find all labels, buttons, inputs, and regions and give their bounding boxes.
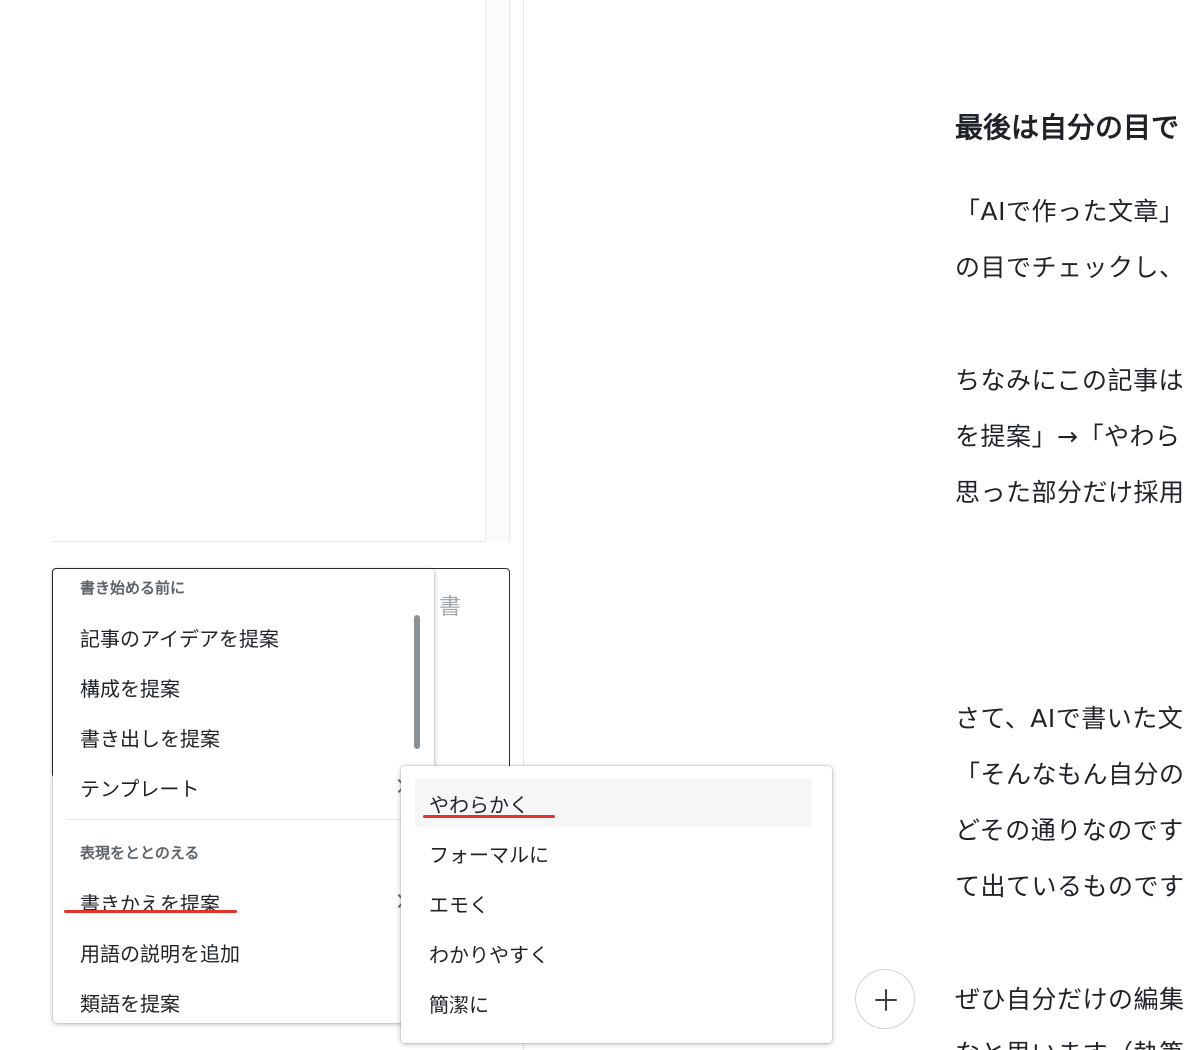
menu-scrollbar[interactable] <box>414 615 420 749</box>
article-line: 思った部分だけ採用 <box>955 478 1185 507</box>
menu-item-article-ideas[interactable]: 記事のアイデアを提案 <box>53 613 408 661</box>
annotation-underline-rewrite <box>64 910 237 913</box>
submenu-item-emotional[interactable]: エモく <box>415 879 812 927</box>
menu-item-template[interactable]: テンプレート <box>53 763 408 811</box>
submenu-item-easier[interactable]: わかりやすく <box>415 929 812 977</box>
ai-assist-menu: 書き始める前に 記事のアイデアを提案 構成を提案 書き出しを提案 テンプレート … <box>53 569 434 1023</box>
article-line: なと思います（執筆 <box>955 1034 1185 1050</box>
article-line: の目でチェックし、 <box>955 253 1185 282</box>
annotation-underline-softer <box>423 815 555 818</box>
article-body: 最後は自分の目で 「AIで作った文章」 の目でチェックし、 ちなみにこの記事は … <box>955 0 1200 1050</box>
menu-item-label: 類語を提案 <box>80 991 180 1016</box>
menu-item-add-term-explanation[interactable]: 用語の説明を追加 <box>53 928 408 976</box>
textarea-placeholder: 書 <box>439 595 462 620</box>
menu-item-label: 記事のアイデアを提案 <box>80 626 279 651</box>
article-line: て出ているものです <box>955 872 1185 901</box>
submenu-item-label: わかりやすく <box>429 942 549 967</box>
article-line: どその通りなのです <box>955 816 1184 845</box>
menu-item-label: 書き出しを提案 <box>80 726 220 751</box>
submenu-item-label: やわらかく <box>429 792 529 817</box>
menu-item-label: 構成を提案 <box>80 676 180 701</box>
article-line: 「AIで作った文章」 <box>955 197 1185 226</box>
menu-divider <box>67 819 407 820</box>
menu-item-label: 用語の説明を追加 <box>80 941 240 966</box>
article-line: ぜひ自分だけの編集 <box>955 985 1185 1014</box>
preview-scroll-track[interactable] <box>485 0 509 542</box>
app-stage: 書 書き始める前に 記事のアイデアを提案 構成を提案 書き出しを提案 テンプレー… <box>0 0 1200 1050</box>
menu-item-structure[interactable]: 構成を提案 <box>53 663 408 711</box>
plus-icon-vertical <box>885 989 887 1011</box>
article-line: を提案」→「やわら <box>955 422 1181 451</box>
menu-item-opening[interactable]: 書き出しを提案 <box>53 713 408 761</box>
content-preview-area <box>52 0 510 542</box>
menu-item-suggest-rewrite[interactable]: 書きかえを提案 <box>53 878 408 926</box>
rewrite-submenu: やわらかく フォーマルに エモく わかりやすく 簡潔に <box>401 766 832 1043</box>
submenu-item-concise[interactable]: 簡潔に <box>415 979 812 1027</box>
menu-item-suggest-synonyms[interactable]: 類語を提案 <box>53 978 408 1023</box>
article-line: ちなみにこの記事は <box>955 366 1185 395</box>
add-block-button[interactable] <box>855 969 915 1029</box>
submenu-item-softer[interactable]: やわらかく <box>415 779 812 827</box>
menu-item-label: テンプレート <box>80 776 200 801</box>
menu-section-refine-expression: 表現をととのえる <box>80 844 200 862</box>
submenu-item-label: 簡潔に <box>429 992 489 1017</box>
article-line: 「そんなもん自分の <box>955 760 1185 789</box>
article-heading: 最後は自分の目で <box>955 111 1180 144</box>
menu-section-before-writing: 書き始める前に <box>80 579 186 597</box>
submenu-item-label: フォーマルに <box>429 842 549 867</box>
submenu-item-formal[interactable]: フォーマルに <box>415 829 812 877</box>
submenu-item-label: エモく <box>429 892 489 917</box>
article-line: さて、AIで書いた文 <box>955 704 1184 733</box>
